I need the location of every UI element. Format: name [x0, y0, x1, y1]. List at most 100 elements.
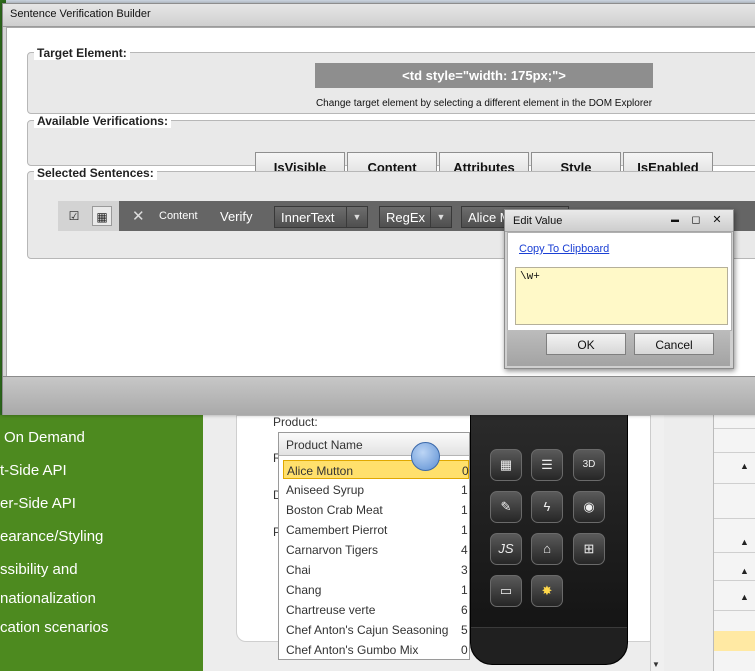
property-value: InnerText: [281, 210, 335, 225]
product-value: 0: [461, 643, 468, 657]
dialog-title-bar[interactable]: Sentence Verification Builder: [3, 4, 755, 27]
scroll-down-icon[interactable]: ▼: [652, 660, 660, 669]
product-name: Boston Crab Meat: [286, 503, 383, 517]
product-value: 1: [461, 583, 468, 597]
edit-value-title: Edit Value: [513, 215, 563, 227]
dialog-title: Sentence Verification Builder: [10, 8, 151, 20]
sort-arrow-icon[interactable]: ▲: [740, 566, 749, 576]
verify-check-icon[interactable]: ☑: [64, 206, 84, 226]
highlight-row: [714, 631, 755, 651]
nav-item[interactable]: On Demand: [4, 429, 85, 446]
sort-arrow-icon[interactable]: ▲: [740, 592, 749, 602]
copy-to-clipboard-link[interactable]: Copy To Clipboard: [519, 243, 609, 255]
card-label-product: Product:: [273, 415, 318, 429]
operator-value: RegEx: [386, 210, 426, 225]
product-name: Chai: [286, 563, 311, 577]
gear-burst-icon[interactable]: ✸: [531, 575, 563, 607]
tree-icon[interactable]: ▦: [92, 206, 112, 226]
toolbox-footer: [471, 627, 627, 664]
product-name: Chartreuse verte: [286, 603, 376, 617]
product-name: Aniseed Syrup: [286, 483, 365, 497]
product-value: 0: [462, 464, 469, 478]
dialog-footer: [3, 376, 755, 415]
edit-value-body: Copy To Clipboard: [507, 232, 732, 331]
sort-arrow-icon[interactable]: ▲: [740, 537, 749, 547]
product-value: 4: [461, 543, 468, 557]
list-item[interactable]: Chai 3: [283, 560, 469, 579]
close-icon[interactable]: ✕: [709, 212, 725, 228]
list-item[interactable]: Chef Anton's Cajun Seasoning 5: [283, 620, 469, 639]
list-item[interactable]: Chartreuse verte 6: [283, 600, 469, 619]
product-value: 1: [461, 483, 468, 497]
sentence-verb: Verify: [220, 209, 253, 224]
product-value: 3: [461, 563, 468, 577]
ok-button[interactable]: OK: [546, 333, 626, 355]
list-item[interactable]: Boston Crab Meat 1: [283, 500, 469, 519]
product-value: 1: [461, 523, 468, 537]
operator-dropdown[interactable]: RegEx ▼: [379, 206, 452, 228]
sentence-type: Content: [159, 210, 198, 222]
list-item[interactable]: Camembert Pierrot 1: [283, 520, 469, 539]
remove-icon[interactable]: ✕: [132, 207, 145, 225]
product-value: 1: [461, 503, 468, 517]
edit-value-dialog: Edit Value ▬ ◻ ✕ Copy To Clipboard OK Ca…: [504, 209, 734, 369]
list-item[interactable]: Chef Anton's Gumbo Mix 0: [283, 640, 469, 659]
mouse-icon[interactable]: ⌂: [531, 533, 563, 565]
minimize-icon[interactable]: ▬: [667, 212, 683, 228]
sort-arrow-icon[interactable]: ▲: [740, 461, 749, 471]
target-element-label: Target Element:: [34, 46, 130, 60]
list-item[interactable]: Chang 1: [283, 580, 469, 599]
row-divider: [714, 452, 755, 453]
js-icon[interactable]: JS: [490, 533, 522, 565]
sentence-icons: ☑ ▦: [58, 201, 119, 231]
row-divider: [714, 552, 755, 553]
list-item[interactable]: Alice Mutton 0: [283, 460, 469, 479]
product-name: Camembert Pierrot: [286, 523, 388, 537]
edit-doc-icon[interactable]: ✎: [490, 491, 522, 523]
edit-value-title-bar[interactable]: Edit Value ▬ ◻ ✕: [505, 210, 733, 232]
nav-item[interactable]: cation scenarios: [0, 619, 108, 636]
list-icon[interactable]: ☰: [531, 449, 563, 481]
product-name: Chang: [286, 583, 322, 597]
edit-value-textarea[interactable]: [515, 267, 728, 325]
available-verifications-label: Available Verifications:: [34, 114, 171, 128]
product-name: Alice Mutton: [287, 464, 354, 478]
chevron-down-icon: ▼: [346, 207, 367, 227]
window-icon[interactable]: ▭: [490, 575, 522, 607]
nav-item[interactable]: ssibility and: [0, 561, 78, 578]
product-value: 5: [461, 623, 468, 637]
target-element-value: <td style="width: 175px;">: [315, 63, 653, 88]
list-item[interactable]: Carnarvon Tigers 4: [283, 540, 469, 559]
nav-item[interactable]: er-Side API: [0, 495, 76, 512]
grid-icon[interactable]: ▦: [490, 449, 522, 481]
product-list-header[interactable]: Product Name: [279, 433, 469, 456]
maximize-icon[interactable]: ◻: [688, 212, 704, 228]
row-divider: [714, 518, 755, 519]
background-nav: On Demand t-Side API er-Side API earance…: [0, 415, 203, 671]
chevron-down-icon: ▼: [430, 207, 451, 227]
row-divider: [714, 428, 755, 429]
toolbox-panel: ▦ ☰ 3D ✎ ϟ ◉ JS ⌂ ⊞ ▭ ✸: [470, 410, 628, 665]
product-name: Chef Anton's Gumbo Mix: [286, 643, 419, 657]
nav-item[interactable]: earance/Styling: [0, 528, 103, 545]
drag-handle[interactable]: [411, 442, 440, 471]
layout-icon[interactable]: ⊞: [573, 533, 605, 565]
3d-box-icon[interactable]: 3D: [573, 449, 605, 481]
product-name: Chef Anton's Cajun Seasoning: [286, 623, 449, 637]
cancel-button[interactable]: Cancel: [634, 333, 714, 355]
product-list[interactable]: Product Name Alice Mutton 0 Aniseed Syrup 1…: [278, 432, 470, 660]
row-divider: [714, 483, 755, 484]
list-item[interactable]: Aniseed Syrup 1: [283, 480, 469, 499]
background-scrollbar[interactable]: ▼: [650, 415, 664, 671]
cursor-globe-icon[interactable]: ◉: [573, 491, 605, 523]
lightning-icon[interactable]: ϟ: [531, 491, 563, 523]
target-element-hint: Change target element by selecting a dif…: [315, 98, 653, 109]
row-divider: [714, 580, 755, 581]
column-header-product-name: Product Name: [286, 438, 363, 452]
row-divider: [714, 610, 755, 611]
nav-item[interactable]: nationalization: [0, 590, 96, 607]
property-dropdown[interactable]: InnerText ▼: [274, 206, 368, 228]
product-name: Carnarvon Tigers: [286, 543, 379, 557]
nav-item[interactable]: t-Side API: [0, 462, 67, 479]
selected-sentences-label: Selected Sentences:: [34, 166, 157, 180]
